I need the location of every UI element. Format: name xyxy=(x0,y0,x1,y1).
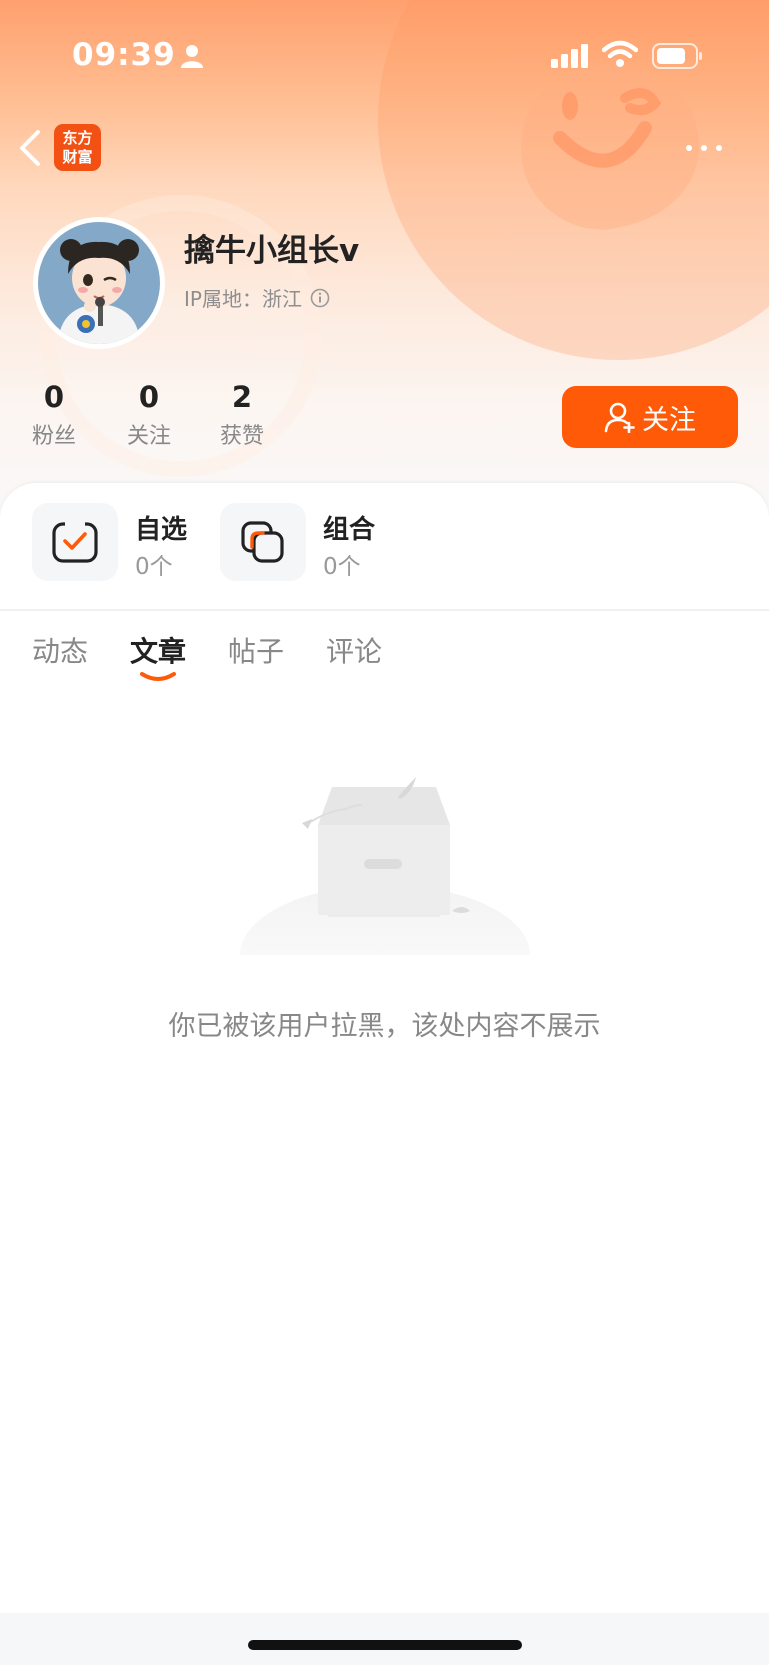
status-bar: 09:39 xyxy=(0,0,769,110)
person-icon xyxy=(181,45,203,68)
stat-value: 2 xyxy=(231,380,253,414)
follow-button-label: 关注 xyxy=(642,404,696,436)
stat-label: 关注 xyxy=(126,424,171,449)
back-icon[interactable] xyxy=(16,129,42,167)
portfolio-title: 组合 xyxy=(323,515,376,545)
app-logo-line2: 财富 xyxy=(62,147,93,166)
content-card xyxy=(0,483,769,1665)
tab-comments[interactable]: 评论 xyxy=(326,630,382,670)
tab-updates[interactable]: 动态 xyxy=(32,630,88,670)
info-icon[interactable] xyxy=(310,288,330,308)
portfolio-icon-box xyxy=(220,503,306,581)
add-user-icon xyxy=(604,402,635,433)
watchlist-count: 0个 xyxy=(135,554,173,580)
navigation-bar: 东方 财富 xyxy=(0,115,769,185)
section-divider xyxy=(0,609,769,611)
status-time: 09:39 xyxy=(72,37,176,73)
watchlist-icon-box xyxy=(32,503,118,581)
app-logo-line1: 东方 xyxy=(62,128,93,147)
stat-followers[interactable]: 0 粉丝 xyxy=(4,380,104,450)
more-options-icon[interactable] xyxy=(684,143,724,153)
stat-value: 0 xyxy=(138,380,160,414)
portfolio-icon xyxy=(241,521,284,563)
portfolio-count: 0个 xyxy=(323,554,361,580)
ip-location-text: IP属地：浙江 xyxy=(184,287,302,311)
tab-articles[interactable]: 文章 xyxy=(130,630,186,670)
stat-following[interactable]: 0 关注 xyxy=(99,380,199,450)
avatar-image xyxy=(38,222,160,344)
checkbox-icon xyxy=(52,521,98,563)
ip-location-row: IP属地：浙江 xyxy=(184,283,330,312)
stat-value: 0 xyxy=(43,380,65,414)
bottom-safe-area xyxy=(0,1613,769,1665)
active-tab-indicator xyxy=(140,672,176,681)
home-indicator[interactable] xyxy=(248,1640,522,1650)
empty-box-illustration xyxy=(240,777,530,955)
stat-label: 粉丝 xyxy=(31,424,76,449)
follow-button[interactable]: 关注 xyxy=(562,386,738,448)
avatar[interactable] xyxy=(33,217,165,349)
profile-username: 擒牛小组长v xyxy=(184,233,360,269)
battery-icon xyxy=(652,43,702,69)
wifi-icon xyxy=(602,40,638,67)
stat-label: 获赞 xyxy=(219,424,264,449)
watchlist-title: 自选 xyxy=(135,515,188,545)
cellular-signal-icon xyxy=(551,44,588,68)
stat-likes[interactable]: 2 获赞 xyxy=(192,380,292,450)
tab-posts[interactable]: 帖子 xyxy=(228,630,284,670)
app-logo: 东方 财富 xyxy=(54,124,101,171)
empty-state-message: 你已被该用户拉黑，该处内容不展示 xyxy=(168,1011,601,1042)
